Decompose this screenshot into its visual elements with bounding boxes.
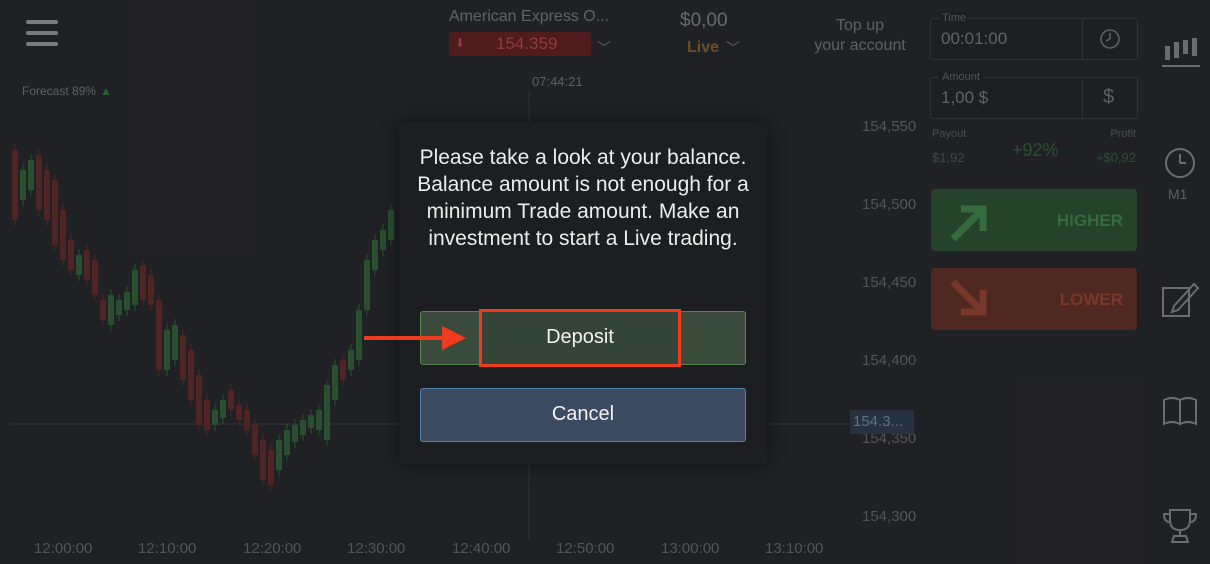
dialog-message: Please take a look at your balance. Bala… bbox=[417, 146, 749, 250]
trading-app: American Express O... ⬇ 154.359 ﹀ $0,00 … bbox=[0, 0, 1210, 564]
annotation-arrow-icon bbox=[364, 326, 466, 350]
deposit-label: Deposit bbox=[546, 326, 614, 348]
deposit-highlight[interactable]: Deposit bbox=[479, 309, 681, 367]
cancel-label: Cancel bbox=[551, 403, 615, 425]
cancel-button[interactable]: Cancel bbox=[420, 388, 746, 442]
insufficient-balance-dialog: Please take a look at your balance. Bala… bbox=[399, 122, 767, 464]
